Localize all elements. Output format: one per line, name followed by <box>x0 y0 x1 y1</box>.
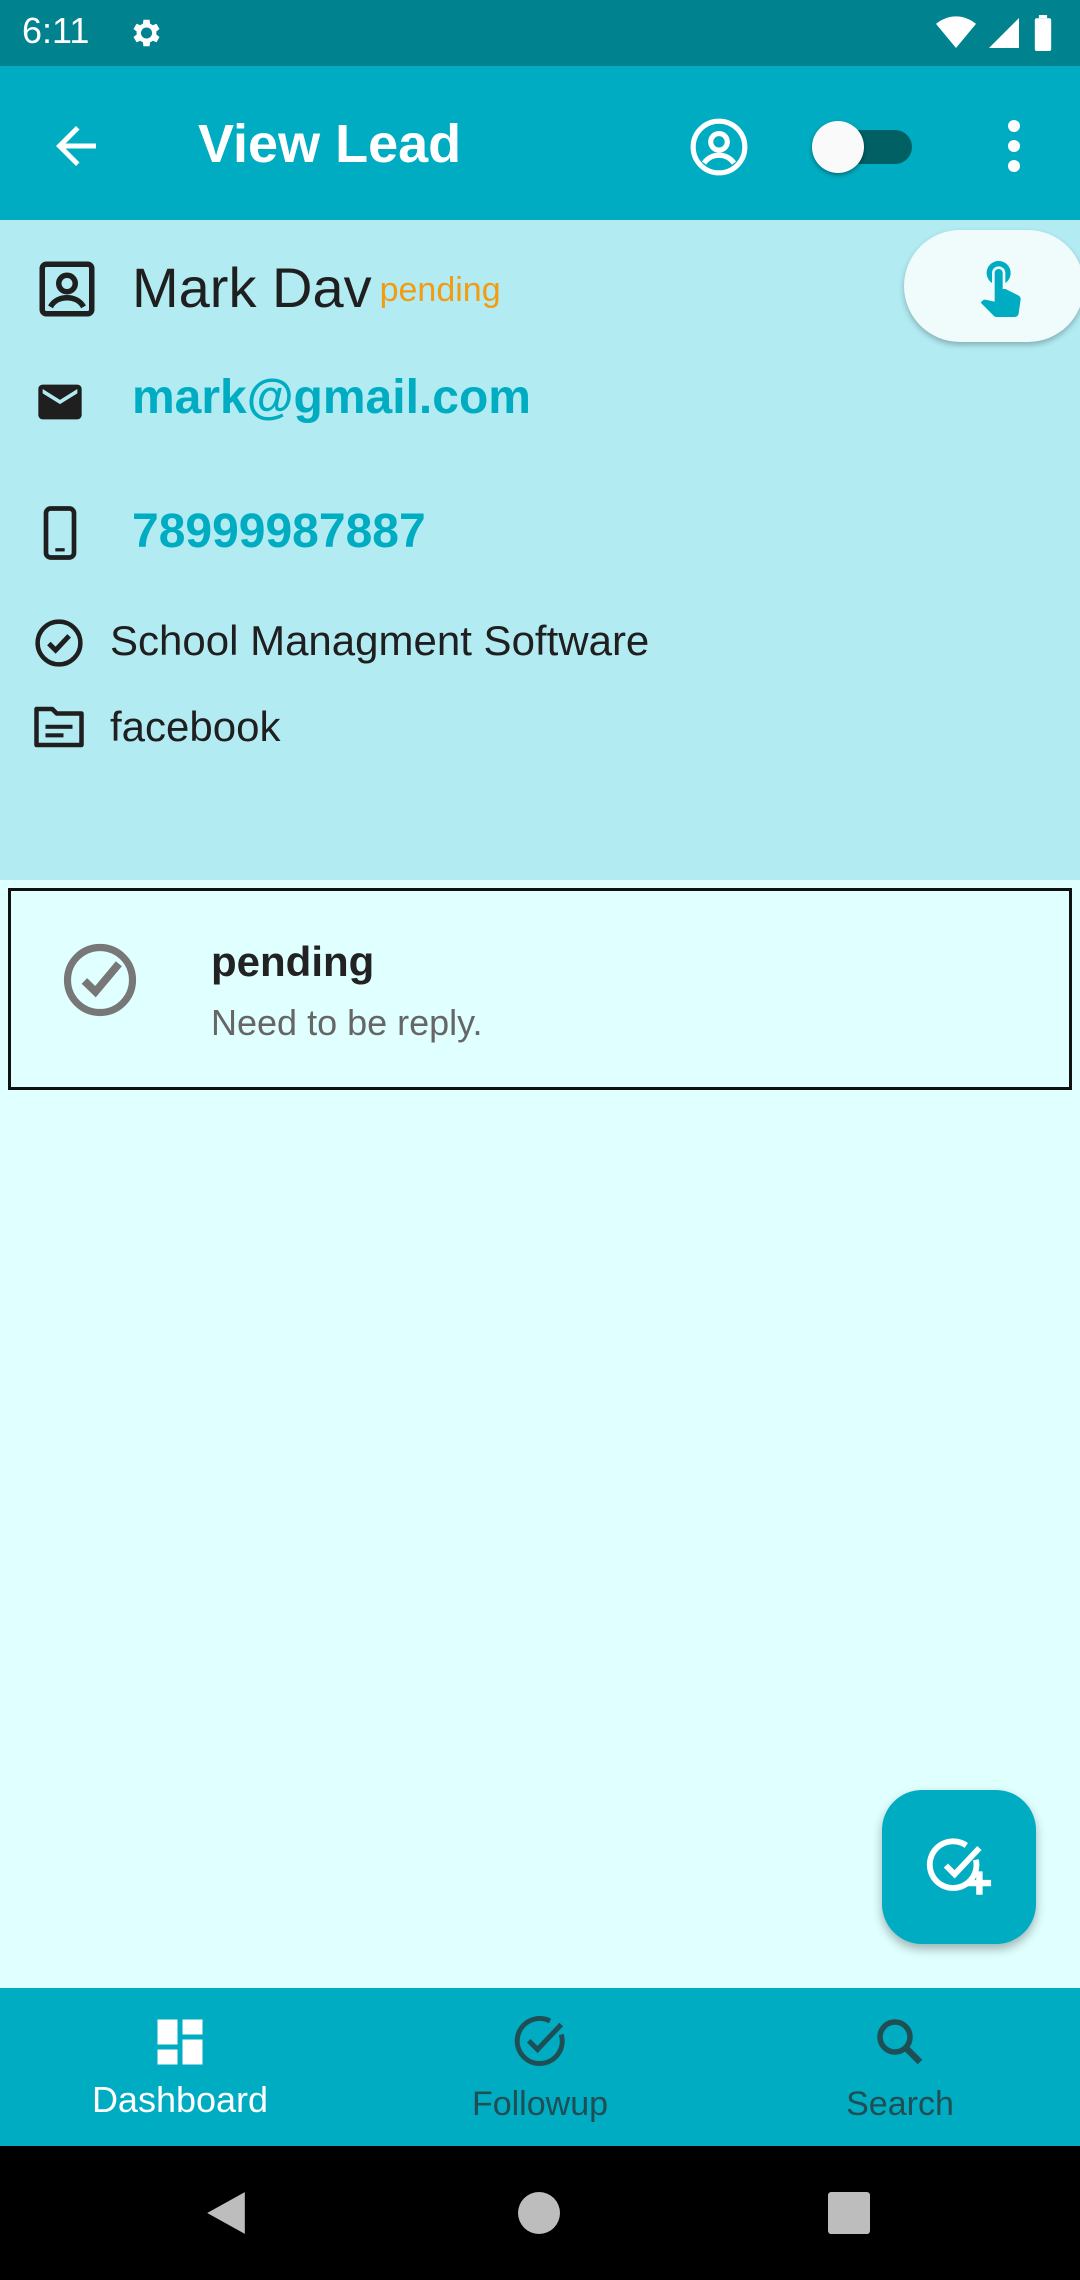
nav-item-search[interactable]: Search <box>720 1988 1080 2146</box>
lead-name-row: Mark Dav pending <box>132 256 501 322</box>
status-icons <box>936 12 1054 54</box>
bottom-navigation: Dashboard Followup Search <box>0 1988 1080 2146</box>
status-bar: 6:11 <box>0 0 1080 66</box>
account-circle-icon[interactable] <box>688 116 750 178</box>
more-vert-icon[interactable] <box>996 116 1032 176</box>
toggle-switch[interactable] <box>812 121 916 173</box>
check-circle-icon <box>35 619 83 667</box>
signal-icon <box>989 18 1019 48</box>
search-icon <box>877 2019 923 2065</box>
home-circle-icon[interactable] <box>518 2192 560 2234</box>
nav-label-dashboard: Dashboard <box>91 2079 269 2120</box>
nav-item-followup[interactable]: Followup <box>360 1988 720 2146</box>
add-task-icon <box>926 1838 992 1895</box>
touch-action-button[interactable] <box>904 230 1080 342</box>
add-followup-button[interactable] <box>882 1790 1036 1944</box>
recents-square-icon[interactable] <box>828 2192 870 2234</box>
contact-portrait-icon <box>39 261 95 317</box>
smartphone-icon <box>43 506 77 560</box>
status-time: 6:11 <box>22 10 90 51</box>
followup-list-item[interactable]: pending Need to be reply. <box>8 888 1072 1090</box>
lead-email[interactable]: mark@gmail.com <box>132 370 531 426</box>
email-icon <box>38 384 82 420</box>
dashboard-icon <box>157 2019 203 2065</box>
page-title: View Lead <box>198 114 462 174</box>
system-navigation-bar <box>0 2146 1080 2280</box>
nav-item-dashboard[interactable]: Dashboard <box>0 1988 360 2146</box>
check-circle-icon <box>63 943 137 1017</box>
back-arrow-icon[interactable] <box>46 116 106 176</box>
app-bar: View Lead <box>0 66 1080 220</box>
touch-app-icon <box>980 261 1021 317</box>
battery-icon <box>1034 15 1052 51</box>
folder-icon <box>34 706 84 748</box>
nav-label-search: Search <box>846 2085 954 2123</box>
wifi-icon <box>936 16 976 48</box>
toggle-thumb <box>812 121 864 173</box>
settings-gear-icon <box>133 19 160 47</box>
back-triangle-icon[interactable] <box>204 2190 248 2236</box>
lead-name: Mark Dav <box>132 256 372 319</box>
check-circle-icon <box>514 2016 565 2067</box>
lead-source: facebook <box>110 703 281 750</box>
followup-title: pending <box>211 938 375 985</box>
followup-note: Need to be reply. <box>211 1002 483 1043</box>
lead-phone[interactable]: 78999987887 <box>132 504 426 560</box>
lead-product: School Managment Software <box>110 617 650 664</box>
lead-status: pending <box>379 271 501 309</box>
nav-label-followup: Followup <box>471 2085 609 2123</box>
